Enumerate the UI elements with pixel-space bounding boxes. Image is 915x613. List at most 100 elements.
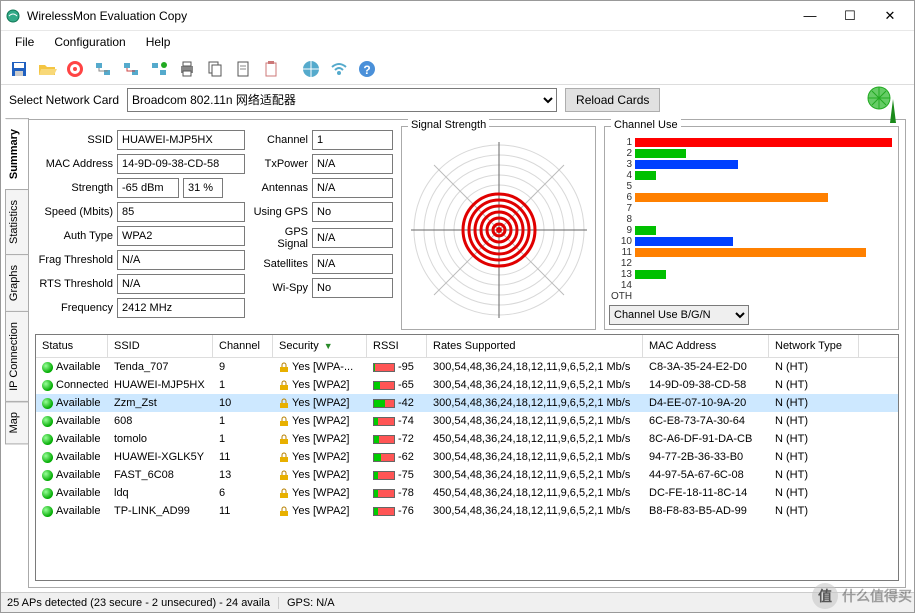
channel-row: OTH xyxy=(611,291,892,302)
channel-use-select[interactable]: Channel Use B/G/N xyxy=(609,305,749,325)
frag-label: Frag Threshold xyxy=(35,254,113,266)
mac-label: MAC Address xyxy=(35,158,113,170)
channel-row: 7 xyxy=(611,203,892,214)
ssid-field: HUAWEI-MJP5HX xyxy=(117,130,245,150)
channel-field: 1 xyxy=(312,130,393,150)
close-button[interactable]: ✕ xyxy=(870,1,910,31)
col-ssid[interactable]: SSID xyxy=(108,335,213,357)
watermark-icon: 值 xyxy=(812,583,838,609)
table-row[interactable]: Availableldq6 Yes [WPA2] -78450,54,48,36… xyxy=(36,484,898,502)
channel-row: 4 xyxy=(611,170,892,181)
table-row[interactable]: Available6081 Yes [WPA2] -74300,54,48,36… xyxy=(36,412,898,430)
menu-help[interactable]: Help xyxy=(136,33,181,51)
status-bar: 25 APs detected (23 secure - 2 unsecured… xyxy=(1,592,914,612)
rts-field: N/A xyxy=(117,274,245,294)
network-card-row: Select Network Card Broadcom 802.11n 网络适… xyxy=(1,85,914,115)
fields-left: SSIDHUAWEI-MJP5HX MAC Address14-9D-09-38… xyxy=(35,126,245,330)
table-row[interactable]: Availabletomolo1 Yes [WPA2] -72450,54,48… xyxy=(36,430,898,448)
table-row[interactable]: ConnectedHUAWEI-MJP5HX1 Yes [WPA2] -6530… xyxy=(36,376,898,394)
target-icon[interactable] xyxy=(63,57,87,81)
print-icon[interactable] xyxy=(175,57,199,81)
auth-field: WPA2 xyxy=(117,226,245,246)
save-icon[interactable] xyxy=(7,57,31,81)
network3-icon[interactable] xyxy=(147,57,171,81)
status-dot-icon xyxy=(42,398,53,409)
table-row[interactable]: AvailableHUAWEI-XGLK5Y11 Yes [WPA2] -623… xyxy=(36,448,898,466)
list-header: Status SSID Channel Security▼ RSSI Rates… xyxy=(36,335,898,358)
status-dot-icon xyxy=(42,506,53,517)
table-row[interactable]: AvailableZzm_Zst10 Yes [WPA2] -42300,54,… xyxy=(36,394,898,412)
col-rssi[interactable]: RSSI xyxy=(367,335,427,357)
strength-dbm: -65 dBm xyxy=(117,178,179,198)
channel-row: 1 xyxy=(611,137,892,148)
freq-label: Frequency xyxy=(35,302,113,314)
table-row[interactable]: AvailableTP-LINK_AD9911 Yes [WPA2] -7630… xyxy=(36,502,898,520)
col-mac[interactable]: MAC Address xyxy=(643,335,769,357)
satellites-label: Satellites xyxy=(253,258,308,270)
menu-file[interactable]: File xyxy=(5,33,44,51)
tab-graphs[interactable]: Graphs xyxy=(5,254,29,312)
globe-icon[interactable] xyxy=(299,57,323,81)
col-channel[interactable]: Channel xyxy=(213,335,273,357)
speed-field: 85 xyxy=(117,202,245,222)
col-security[interactable]: Security▼ xyxy=(273,335,367,357)
app-logo-icon xyxy=(864,83,908,130)
channel-label: Channel xyxy=(253,134,308,146)
status-dot-icon xyxy=(42,434,53,445)
col-status[interactable]: Status xyxy=(36,335,108,357)
col-rates[interactable]: Rates Supported xyxy=(427,335,643,357)
network-card-select[interactable]: Broadcom 802.11n 网络适配器 xyxy=(127,88,557,112)
channel-row: 3 xyxy=(611,159,892,170)
wispy-label: Wi-Spy xyxy=(253,282,308,294)
toolbar: ? xyxy=(1,53,914,85)
minimize-button[interactable]: — xyxy=(790,1,830,31)
channel-row: 2 xyxy=(611,148,892,159)
svg-text:?: ? xyxy=(363,63,370,77)
channel-row: 11 xyxy=(611,247,892,258)
antennas-field: N/A xyxy=(312,178,393,198)
signal-radar xyxy=(406,135,591,325)
document-icon[interactable] xyxy=(231,57,255,81)
status-dot-icon xyxy=(42,380,53,391)
help-icon[interactable]: ? xyxy=(355,57,379,81)
strength-pct: 31 % xyxy=(183,178,223,198)
window-title: WirelessMon Evaluation Copy xyxy=(27,9,790,23)
txpower-field: N/A xyxy=(312,154,393,174)
tab-ip-connection[interactable]: IP Connection xyxy=(5,311,29,402)
sort-down-icon: ▼ xyxy=(324,341,333,351)
table-row[interactable]: AvailableFAST_6C0813 Yes [WPA2] -75300,5… xyxy=(36,466,898,484)
antennas-label: Antennas xyxy=(253,182,308,194)
maximize-button[interactable]: ☐ xyxy=(830,1,870,31)
table-row[interactable]: AvailableTenda_7079 Yes [WPA-... -95300,… xyxy=(36,358,898,376)
channel-row: 10 xyxy=(611,236,892,247)
network1-icon[interactable] xyxy=(91,57,115,81)
wifi-icon[interactable] xyxy=(327,57,351,81)
top-row: SSIDHUAWEI-MJP5HX MAC Address14-9D-09-38… xyxy=(35,126,899,330)
copy-icon[interactable] xyxy=(203,57,227,81)
freq-field: 2412 MHz xyxy=(117,298,245,318)
channel-row: 9 xyxy=(611,225,892,236)
open-icon[interactable] xyxy=(35,57,59,81)
reload-cards-button[interactable]: Reload Cards xyxy=(565,88,660,112)
app-window: WirelessMon Evaluation Copy — ☐ ✕ File C… xyxy=(0,0,915,613)
titlebar: WirelessMon Evaluation Copy — ☐ ✕ xyxy=(1,1,914,31)
list-body[interactable]: AvailableTenda_7079 Yes [WPA-... -95300,… xyxy=(36,358,898,580)
strength-label: Strength xyxy=(35,182,113,194)
status-dot-icon xyxy=(42,416,53,427)
auth-label: Auth Type xyxy=(35,230,113,242)
app-icon xyxy=(5,8,21,24)
signal-strength-group: Signal Strength xyxy=(401,126,596,330)
gpssignal-label: GPS Signal xyxy=(253,226,308,250)
menu-configuration[interactable]: Configuration xyxy=(44,33,135,51)
tab-summary[interactable]: Summary xyxy=(5,118,29,190)
col-nettype[interactable]: Network Type xyxy=(769,335,859,357)
frag-field: N/A xyxy=(117,250,245,270)
status-dot-icon xyxy=(42,452,53,463)
tab-map[interactable]: Map xyxy=(5,401,29,444)
clipboard-icon[interactable] xyxy=(259,57,283,81)
tab-statistics[interactable]: Statistics xyxy=(5,189,29,255)
network2-icon[interactable] xyxy=(119,57,143,81)
channel-use-group: Channel Use 1234567891011121314OTH Chann… xyxy=(604,126,899,330)
channel-use-chart: 1234567891011121314OTH xyxy=(609,135,894,301)
rts-label: RTS Threshold xyxy=(35,278,113,290)
